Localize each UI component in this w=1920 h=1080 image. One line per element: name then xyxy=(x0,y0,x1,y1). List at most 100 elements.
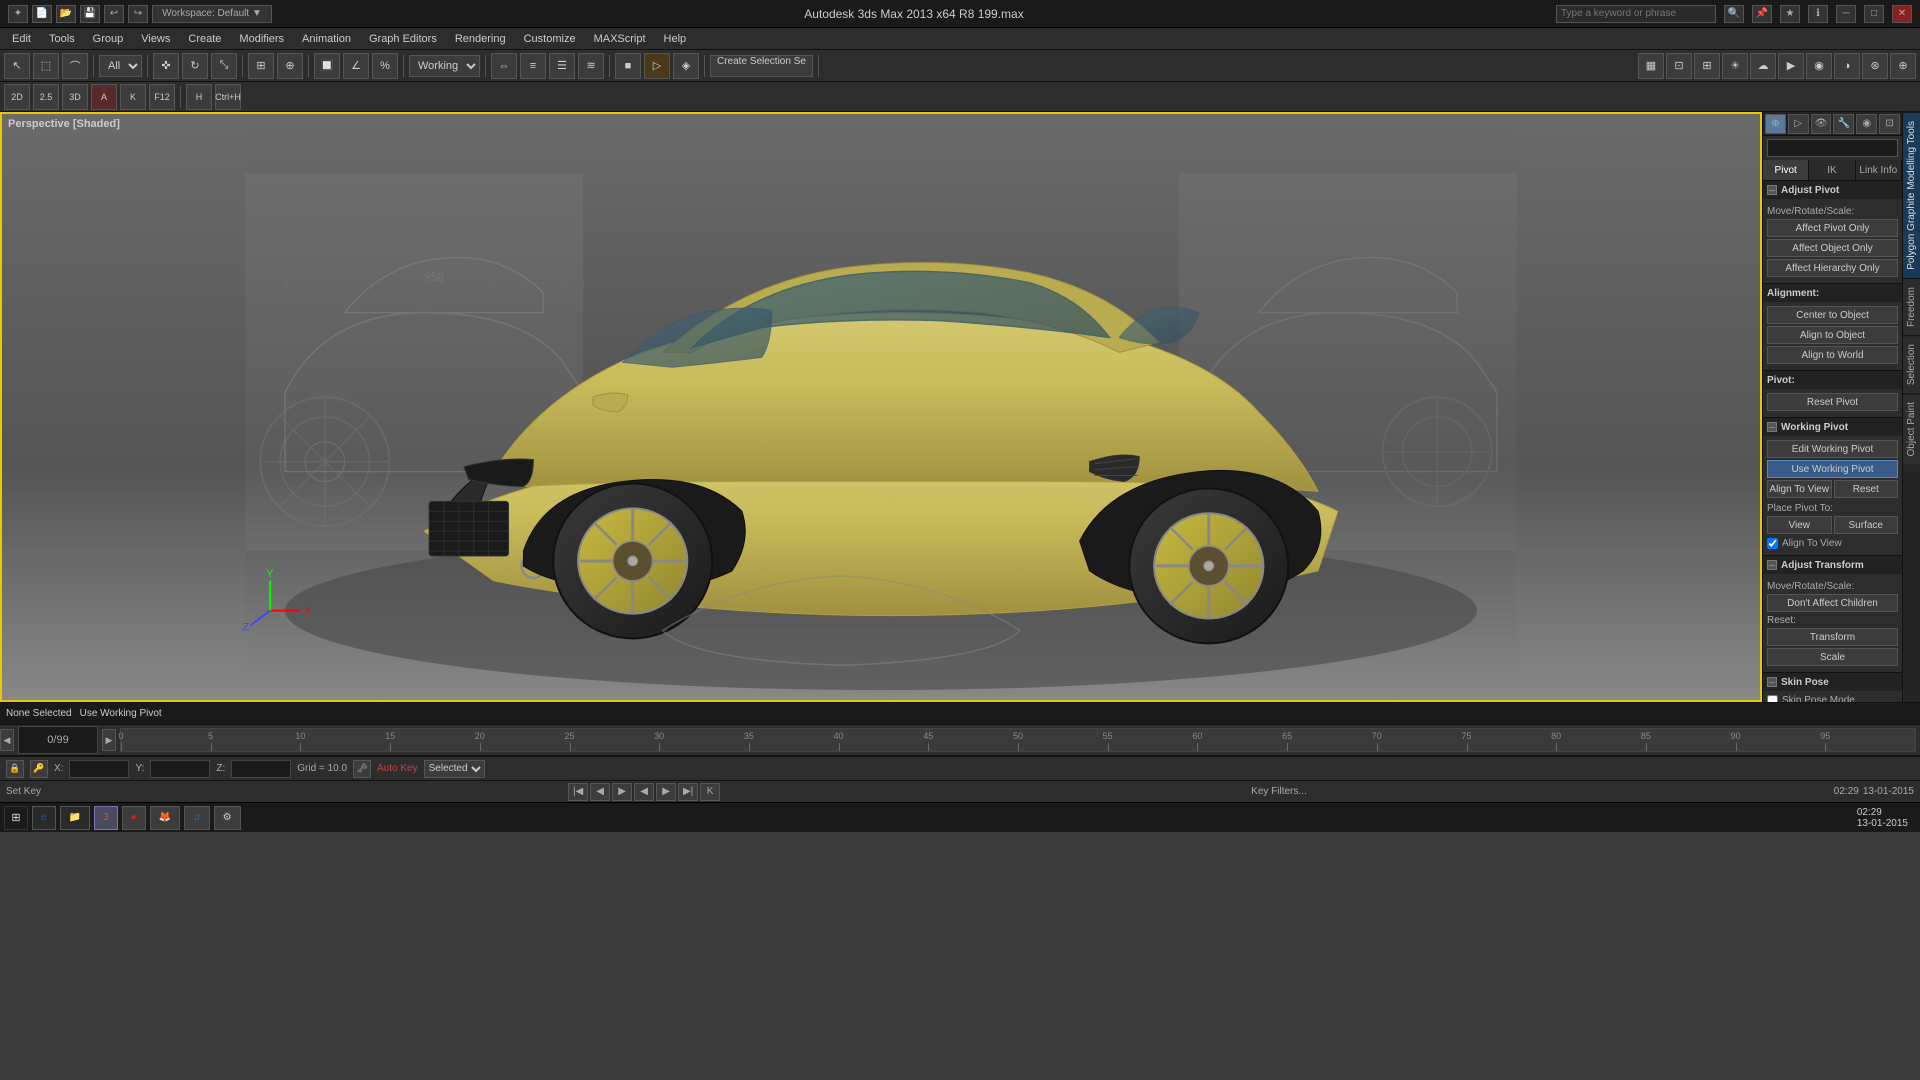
transform-reset-btn[interactable]: Transform xyxy=(1767,628,1898,646)
edit-working-pivot-btn[interactable]: Edit Working Pivot xyxy=(1767,440,1898,458)
play-btn[interactable]: ▶ xyxy=(612,783,632,801)
use-working-pivot-btn[interactable]: Use Working Pivot xyxy=(1767,460,1898,478)
align-btn[interactable]: ≡ xyxy=(520,53,546,79)
timeline-scroll-left[interactable]: ◀ xyxy=(0,729,14,751)
side-tab-polygon-graphite[interactable]: Polygon Graphite Modelling Tools xyxy=(1903,112,1920,278)
star-icon[interactable]: ★ xyxy=(1780,5,1800,23)
help-search-icon[interactable]: 🔍 xyxy=(1724,5,1744,23)
create-selection-set-btn[interactable]: Create Selection Se xyxy=(710,55,813,77)
render-icon-6[interactable]: ▶ xyxy=(1778,53,1804,79)
dont-affect-children-btn[interactable]: Don't Affect Children xyxy=(1767,594,1898,612)
windows-start-btn[interactable]: ⊞ xyxy=(4,806,28,830)
taskbar-ie-btn[interactable]: e xyxy=(32,806,56,830)
menu-group[interactable]: Group xyxy=(85,31,132,47)
snap-3d-btn[interactable]: 3D xyxy=(62,84,88,110)
key-mode-icon[interactable]: 🗝 xyxy=(353,760,371,778)
panel-icon-pivot[interactable]: ⊕ xyxy=(1765,114,1786,134)
scale-tool-btn[interactable]: ⤡ xyxy=(211,53,237,79)
menu-views[interactable]: Views xyxy=(133,31,178,47)
align-to-object-btn[interactable]: Align to Object xyxy=(1767,326,1898,344)
snap-2d-btn[interactable]: 2D xyxy=(4,84,30,110)
material-editor-btn[interactable]: ◈ xyxy=(673,53,699,79)
info-icon[interactable]: ℹ xyxy=(1808,5,1828,23)
auto-key-btn[interactable]: A xyxy=(91,84,117,110)
redo-icon[interactable]: ↪ xyxy=(128,5,148,23)
select-from-scene-btn[interactable]: H xyxy=(186,84,212,110)
render-icon-7[interactable]: ◉ xyxy=(1806,53,1832,79)
side-tab-object-paint[interactable]: Object Paint xyxy=(1903,393,1920,464)
timeline-track[interactable]: 05101520253035404550556065707580859095 xyxy=(120,728,1916,752)
taskbar-app7-btn[interactable]: ⚙ xyxy=(214,806,241,830)
panel-icon-extra2[interactable]: ⊡ xyxy=(1879,114,1900,134)
side-tab-selection[interactable]: Selection xyxy=(1903,335,1920,393)
selection-filter-dropdown[interactable]: All xyxy=(99,55,142,77)
x-coord-input[interactable] xyxy=(69,760,129,778)
adjust-transform-header[interactable]: ─ Adjust Transform xyxy=(1763,556,1902,574)
render-icon-5[interactable]: ☁ xyxy=(1750,53,1776,79)
main-viewport[interactable]: Perspective [Shaded] xyxy=(0,112,1762,702)
taskbar-explorer-btn[interactable]: 📁 xyxy=(60,806,90,830)
scale-reset-btn[interactable]: Scale xyxy=(1767,648,1898,666)
align-to-view-btn[interactable]: Align To View xyxy=(1767,480,1832,498)
align-to-view-checkbox[interactable] xyxy=(1767,538,1778,549)
key-mode-btn[interactable]: K xyxy=(700,783,720,801)
skin-pose-collapse[interactable]: ─ xyxy=(1767,677,1777,687)
named-sel-sets-btn[interactable]: Ctrl+H xyxy=(215,84,241,110)
open-file-icon[interactable]: 📂 xyxy=(56,5,76,23)
adjust-pivot-collapse[interactable]: ─ xyxy=(1767,185,1777,195)
tab-ik[interactable]: IK xyxy=(1809,160,1855,180)
render-icon-2[interactable]: ⊡ xyxy=(1666,53,1692,79)
menu-graph-editors[interactable]: Graph Editors xyxy=(361,31,445,47)
panel-search-input[interactable] xyxy=(1767,139,1898,157)
render-btn[interactable]: ▷ xyxy=(644,53,670,79)
render-icon-1[interactable]: ▦ xyxy=(1638,53,1664,79)
pivot-btn[interactable]: ⊕ xyxy=(277,53,303,79)
keyword-search-input[interactable] xyxy=(1556,5,1716,23)
working-pivot-collapse[interactable]: ─ xyxy=(1767,422,1777,432)
angle-snap-btn[interactable]: ∠ xyxy=(343,53,369,79)
select-tool-btn[interactable]: ↖ xyxy=(4,53,30,79)
workspace-icon[interactable]: Workspace: Default ▼ xyxy=(152,5,272,23)
menu-tools[interactable]: Tools xyxy=(41,31,83,47)
prev-frame-btn[interactable]: ◀ xyxy=(590,783,610,801)
xform-type-in-btn[interactable]: F12 xyxy=(149,84,175,110)
taskbar-app5-btn[interactable]: 🦊 xyxy=(150,806,180,830)
move-tool-btn[interactable]: ✜ xyxy=(153,53,179,79)
reference-coord-btn[interactable]: ⊞ xyxy=(248,53,274,79)
menu-rendering[interactable]: Rendering xyxy=(447,31,514,47)
set-key-btn[interactable]: K xyxy=(120,84,146,110)
play-reverse-btn[interactable]: ◀ xyxy=(634,783,654,801)
taskbar-app4-btn[interactable]: ● xyxy=(122,806,146,830)
taskbar-app6-btn[interactable]: ♫ xyxy=(184,806,210,830)
render-icon-9[interactable]: ⊛ xyxy=(1862,53,1888,79)
y-coord-input[interactable] xyxy=(150,760,210,778)
menu-edit[interactable]: Edit xyxy=(4,31,39,47)
rotate-tool-btn[interactable]: ↻ xyxy=(182,53,208,79)
side-tab-freedom[interactable]: Freedom xyxy=(1903,278,1920,335)
save-file-icon[interactable]: 💾 xyxy=(80,5,100,23)
selected-dropdown[interactable]: Selected xyxy=(424,760,485,778)
layer-manager-btn[interactable]: ☰ xyxy=(549,53,575,79)
lock-icon[interactable]: 🔒 xyxy=(6,760,24,778)
tab-pivot[interactable]: Pivot xyxy=(1763,160,1809,180)
key-icon[interactable]: 🔑 xyxy=(30,760,48,778)
menu-animation[interactable]: Animation xyxy=(294,31,359,47)
panel-icon-utilities[interactable]: 🔧 xyxy=(1833,114,1854,134)
view-btn[interactable]: View xyxy=(1767,516,1832,534)
tab-link-info[interactable]: Link Info xyxy=(1856,160,1902,180)
undo-icon[interactable]: ↩ xyxy=(104,5,124,23)
go-to-end-btn[interactable]: ▶| xyxy=(678,783,698,801)
menu-customize[interactable]: Customize xyxy=(516,31,584,47)
next-frame-btn[interactable]: ▶ xyxy=(656,783,676,801)
maximize-icon[interactable]: □ xyxy=(1864,5,1884,23)
z-coord-input[interactable] xyxy=(231,760,291,778)
affect-pivot-only-btn[interactable]: Affect Pivot Only xyxy=(1767,219,1898,237)
menu-create[interactable]: Create xyxy=(180,31,229,47)
render-setup-btn[interactable]: ■ xyxy=(615,53,641,79)
render-icon-10[interactable]: ⊕ xyxy=(1890,53,1916,79)
menu-help[interactable]: Help xyxy=(656,31,695,47)
surface-btn[interactable]: Surface xyxy=(1834,516,1899,534)
lasso-select-btn[interactable]: ⌒ xyxy=(62,53,88,79)
menu-modifiers[interactable]: Modifiers xyxy=(231,31,292,47)
reset-working-pivot-btn[interactable]: Reset xyxy=(1834,480,1899,498)
